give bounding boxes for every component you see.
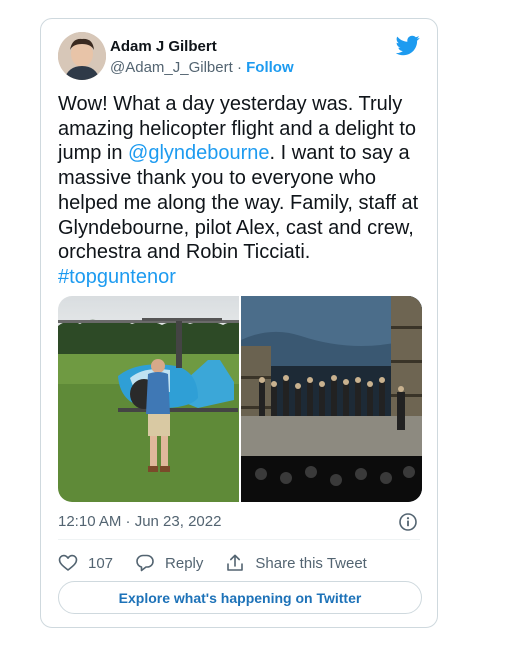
tweet-card: Adam J Gilbert @Adam_J_Gilbert · Follow … xyxy=(40,18,438,628)
share-button[interactable]: Share this Tweet xyxy=(225,553,367,573)
reply-icon xyxy=(136,554,154,572)
stage-photo[interactable] xyxy=(241,296,422,502)
action-bar: 107 Reply Share this Tweet xyxy=(58,551,389,575)
follow-button[interactable]: Follow xyxy=(246,59,294,76)
like-button[interactable]: 107 xyxy=(58,553,113,573)
reply-button[interactable]: Reply xyxy=(135,553,203,573)
handle-separator: · xyxy=(232,59,247,76)
info-icon[interactable] xyxy=(398,512,418,532)
divider xyxy=(58,539,420,540)
explore-button[interactable]: Explore what's happening on Twitter xyxy=(58,581,422,614)
tweet-text: Wow! What a day yesterday was. Truly ama… xyxy=(58,92,428,290)
avatar[interactable] xyxy=(58,32,106,80)
share-label: Share this Tweet xyxy=(255,554,367,572)
author-name[interactable]: Adam J Gilbert xyxy=(110,38,217,55)
share-icon xyxy=(227,554,244,571)
author-handle-row: @Adam_J_Gilbert · Follow xyxy=(110,59,294,76)
author-handle[interactable]: @Adam_J_Gilbert xyxy=(110,59,233,76)
like-count: 107 xyxy=(88,554,114,572)
hashtag-link[interactable]: #topguntenor xyxy=(58,266,176,288)
heart-icon xyxy=(58,554,78,571)
helicopter-photo[interactable] xyxy=(58,296,239,502)
media-grid xyxy=(58,296,422,502)
twitter-bird-icon[interactable] xyxy=(395,33,420,57)
reply-label: Reply xyxy=(165,554,204,572)
tweet-timestamp[interactable]: 12:10 AM · Jun 23, 2022 xyxy=(58,513,221,530)
mention-link[interactable]: @glyndebourne xyxy=(128,142,270,164)
